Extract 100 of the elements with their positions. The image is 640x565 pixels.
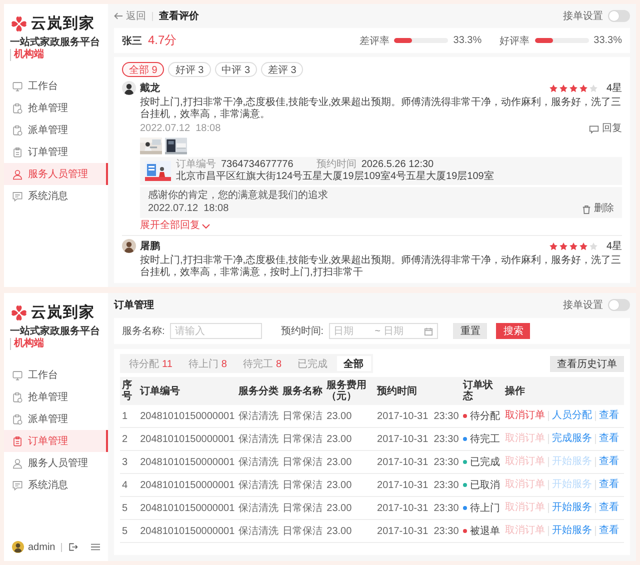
table-cell: 保洁清洗 <box>236 405 281 428</box>
star-icon <box>589 242 598 250</box>
column-header: 服务费用（元） <box>324 377 376 405</box>
nav-item[interactable]: 抢单管理 <box>4 386 108 408</box>
nav-item[interactable]: 工作台 <box>4 364 108 386</box>
history-orders-button[interactable]: 查看历史订单 <box>550 356 624 372</box>
review-text: 按时上门,打扫非常干净,态度极佳,技能专业,效果超出预期。师傅清洗得非常干净，动作麻利，服务好，洗了三台挂机，效率高，非常满意。 <box>140 97 622 121</box>
star-icon <box>579 242 588 250</box>
review-text: 按时上门,打扫非常干净,态度极佳,技能专业,效果超出预期。师傅清洗得非常干净，动作麻利，服务好，洗了三台挂机，效率高，非常满意，按时上门,打扫非常干 <box>140 255 622 279</box>
action-link[interactable]: 查看 <box>594 526 622 536</box>
table-cell: 23.00 <box>324 496 376 520</box>
table-cell: 23.00 <box>324 450 376 474</box>
status-tab[interactable]: 已完成 <box>290 356 335 371</box>
star-icon <box>559 242 568 250</box>
star-icon <box>549 242 558 250</box>
toggle-switch[interactable] <box>608 299 630 311</box>
filter-tab[interactable]: 好评 3 <box>168 62 211 77</box>
delete-button[interactable]: 删除 <box>582 203 614 215</box>
table-cell: 20481010150000001 <box>138 450 237 474</box>
nav-item[interactable]: 服务人员管理 <box>4 452 108 474</box>
document-icon <box>12 436 23 446</box>
reviewer-name: 屠鹏 <box>140 240 160 253</box>
staff-name: 张三 <box>122 34 142 48</box>
status-tab[interactable]: 待分配 11 <box>122 356 180 371</box>
table-cell: 23.00 <box>324 474 376 496</box>
reset-button[interactable]: 重置 <box>453 323 488 339</box>
start-date-input[interactable]: 日期 <box>334 324 372 338</box>
star-icon <box>589 84 598 92</box>
table-cell: 保洁清洗 <box>236 450 281 474</box>
action-link[interactable]: 查看 <box>594 457 622 467</box>
table-cell: 23.00 <box>324 428 376 450</box>
status-text: 已完成 <box>470 456 500 469</box>
nav-item[interactable]: 订单管理 <box>4 141 108 163</box>
table-cell: 2017-10-31 23:30 <box>375 405 461 428</box>
status-tab[interactable]: 待上门 8 <box>181 356 234 371</box>
tagline: 一站式家政服务平台 <box>10 37 100 48</box>
action-link[interactable]: 取消订单 <box>504 411 548 421</box>
action-link[interactable]: 人员分配 <box>548 411 595 421</box>
action-link[interactable]: 查看 <box>594 503 622 513</box>
table-cell: 日常保洁 <box>280 474 325 496</box>
column-header: 预约时间 <box>375 377 461 405</box>
table-cell: 20481010150000001 <box>138 520 237 542</box>
clipboard-icon <box>12 392 23 402</box>
trash-icon <box>582 204 591 214</box>
table-cell: 日常保洁 <box>280 450 325 474</box>
star-icon <box>559 84 568 92</box>
reviewer-name: 戴龙 <box>140 82 160 95</box>
status-tab[interactable]: 全部 <box>336 356 371 371</box>
table-cell: 3 <box>120 450 138 474</box>
nav-item[interactable]: 系统消息 <box>4 185 108 207</box>
arrow-left-icon <box>114 12 123 20</box>
star-icon <box>579 84 588 92</box>
action-link[interactable]: 查看 <box>594 480 622 490</box>
column-header: 订单编号 <box>138 377 237 405</box>
document-icon <box>12 146 23 158</box>
monitor-icon <box>12 80 23 92</box>
field-label: 预约时间 <box>316 159 356 170</box>
filter-tab[interactable]: 中评 3 <box>214 62 258 77</box>
calendar-icon <box>424 326 434 336</box>
review-time: 2022.07.12 18:08 <box>140 123 221 135</box>
comment-icon <box>589 124 599 134</box>
star-icon <box>569 84 578 92</box>
nav-item[interactable]: 工作台 <box>4 75 108 97</box>
table-cell: 保洁清洗 <box>236 520 281 542</box>
switch-label: 接单设置 <box>563 298 603 312</box>
nav-item[interactable]: 服务人员管理 <box>4 163 108 185</box>
filter-tab[interactable]: 全部 9 <box>122 62 164 77</box>
status-text: 待完工 <box>470 432 500 446</box>
date-range-field[interactable]: 日期 ~ 日期 <box>328 323 438 339</box>
monitor-icon <box>12 370 23 380</box>
table-cell: 日常保洁 <box>280 405 325 428</box>
service-name-field[interactable]: 请输入 <box>170 323 262 339</box>
end-date-input[interactable]: 日期 <box>383 324 422 338</box>
action-link[interactable]: 开始服务 <box>548 526 595 536</box>
range-separator: ~ <box>374 326 380 336</box>
table-cell: 5 <box>120 496 138 520</box>
toggle-switch[interactable] <box>608 10 630 22</box>
nav-item[interactable]: 派单管理 <box>4 408 108 430</box>
nav-item[interactable]: 订单管理 <box>4 430 108 452</box>
search-button[interactable]: 搜索 <box>496 323 530 339</box>
action-link[interactable]: 查看 <box>594 434 622 444</box>
reply-button[interactable]: 回复 <box>589 123 622 135</box>
filter-tab[interactable]: 差评 3 <box>261 62 304 77</box>
chevron-down-icon <box>202 224 210 228</box>
nav-item[interactable]: 抢单管理 <box>4 97 108 119</box>
brand-name: 云岚到家 <box>31 14 95 33</box>
action-link[interactable]: 查看 <box>594 411 622 421</box>
column-header: 订单状态 <box>460 377 503 405</box>
back-button[interactable]: 返回 <box>114 9 146 23</box>
rate-value: 33.3% <box>453 35 482 46</box>
nav-item[interactable]: 派单管理 <box>4 119 108 141</box>
action-link[interactable]: 开始服务 <box>548 503 595 513</box>
page-title: 查看评价 <box>159 10 199 23</box>
action-link[interactable]: 完成服务 <box>548 434 595 444</box>
nav-item[interactable]: 系统消息 <box>4 474 108 496</box>
status-tab[interactable]: 待完工 8 <box>236 356 289 371</box>
chat-icon <box>12 480 23 490</box>
table-cell: 20481010150000001 <box>138 496 237 520</box>
table-cell: 保洁清洗 <box>236 474 281 496</box>
expand-replies-link[interactable]: 展开全部回复 <box>140 220 210 232</box>
